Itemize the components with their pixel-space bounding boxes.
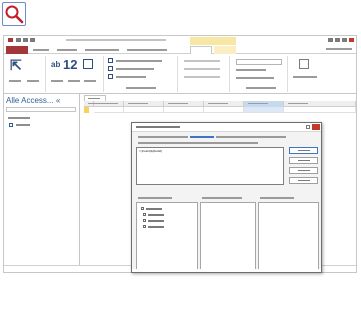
nav-search-input[interactable] (6, 107, 76, 112)
format-field[interactable] (236, 59, 282, 65)
undo-icon[interactable] (23, 38, 28, 42)
dialog-close-icon[interactable] (312, 124, 320, 130)
maximize-icon[interactable] (342, 38, 347, 42)
row-selector[interactable] (84, 107, 89, 113)
expression-value: = [Feld1]&[Feld2] (139, 149, 162, 153)
window-title (66, 39, 166, 41)
nav-group-header[interactable] (8, 117, 30, 119)
expression-textarea[interactable]: = [Feld1]&[Feld2] (136, 147, 284, 185)
help-link[interactable] (190, 136, 214, 138)
conditional-format-icon[interactable] (299, 59, 309, 69)
elements-header (138, 197, 172, 199)
minimize-icon[interactable] (335, 38, 340, 42)
tab-context-2[interactable] (214, 46, 236, 54)
tab-file[interactable] (6, 46, 28, 54)
account-name (326, 48, 352, 50)
instruction-text (216, 136, 286, 138)
contextual-tab-group (190, 37, 236, 45)
ribbon-group-view: ⇱ (6, 56, 46, 92)
ribbon-group-font: ab 12 (48, 56, 104, 92)
ribbon-tabs (4, 45, 356, 54)
tab-5[interactable] (124, 46, 170, 54)
screenshot-canvas: ⇱ ab 12 Alle Access... « = [Feld1]&[Feld… (0, 0, 361, 309)
less-button[interactable] (289, 177, 318, 184)
expression-builder-dialog: = [Feld1]&[Feld2] (131, 122, 322, 273)
font-size-value[interactable]: 12 (63, 58, 77, 71)
tab-context-active[interactable] (190, 46, 212, 54)
dialog-footer (132, 269, 321, 272)
save-icon[interactable] (16, 38, 21, 42)
title-bar (4, 36, 356, 45)
expression-values-list[interactable] (258, 202, 319, 271)
expression-categories-list[interactable] (200, 202, 256, 271)
nav-item-table[interactable] (16, 124, 30, 126)
magnifier-icon[interactable] (2, 2, 26, 26)
format-icon[interactable] (83, 59, 93, 69)
redo-icon[interactable] (30, 38, 35, 42)
ribbon-group-format (232, 56, 288, 92)
table-icon (9, 123, 13, 127)
ok-button[interactable] (289, 147, 318, 154)
font-small-icon[interactable]: ab (51, 61, 60, 69)
close-icon[interactable] (349, 38, 354, 42)
tab-2[interactable] (30, 46, 52, 54)
cancel-button[interactable] (289, 157, 318, 164)
expression-elements-list[interactable] (136, 202, 198, 271)
view-icon[interactable]: ⇱ (10, 58, 22, 72)
dialog-title (136, 126, 180, 128)
dialog-title-bar (132, 123, 321, 132)
tab-3[interactable] (54, 46, 80, 54)
categories-header (202, 197, 242, 199)
navigation-pane: Alle Access... « (4, 94, 80, 267)
help-button[interactable] (289, 167, 318, 174)
instruction-text (138, 136, 188, 138)
nav-pane-title[interactable]: Alle Access... « (6, 96, 60, 105)
dialog-help-icon[interactable] (306, 125, 310, 129)
ribbon-group-grey (180, 56, 230, 92)
ribbon: ⇱ ab 12 (4, 54, 356, 94)
example-text (138, 142, 258, 144)
app-icon (8, 38, 13, 42)
ribbon-group-options (106, 56, 178, 92)
table-row (84, 107, 356, 113)
values-header (260, 197, 294, 199)
help-icon[interactable] (328, 38, 333, 42)
ribbon-group-conditional (290, 56, 320, 92)
tab-4[interactable] (82, 46, 122, 54)
